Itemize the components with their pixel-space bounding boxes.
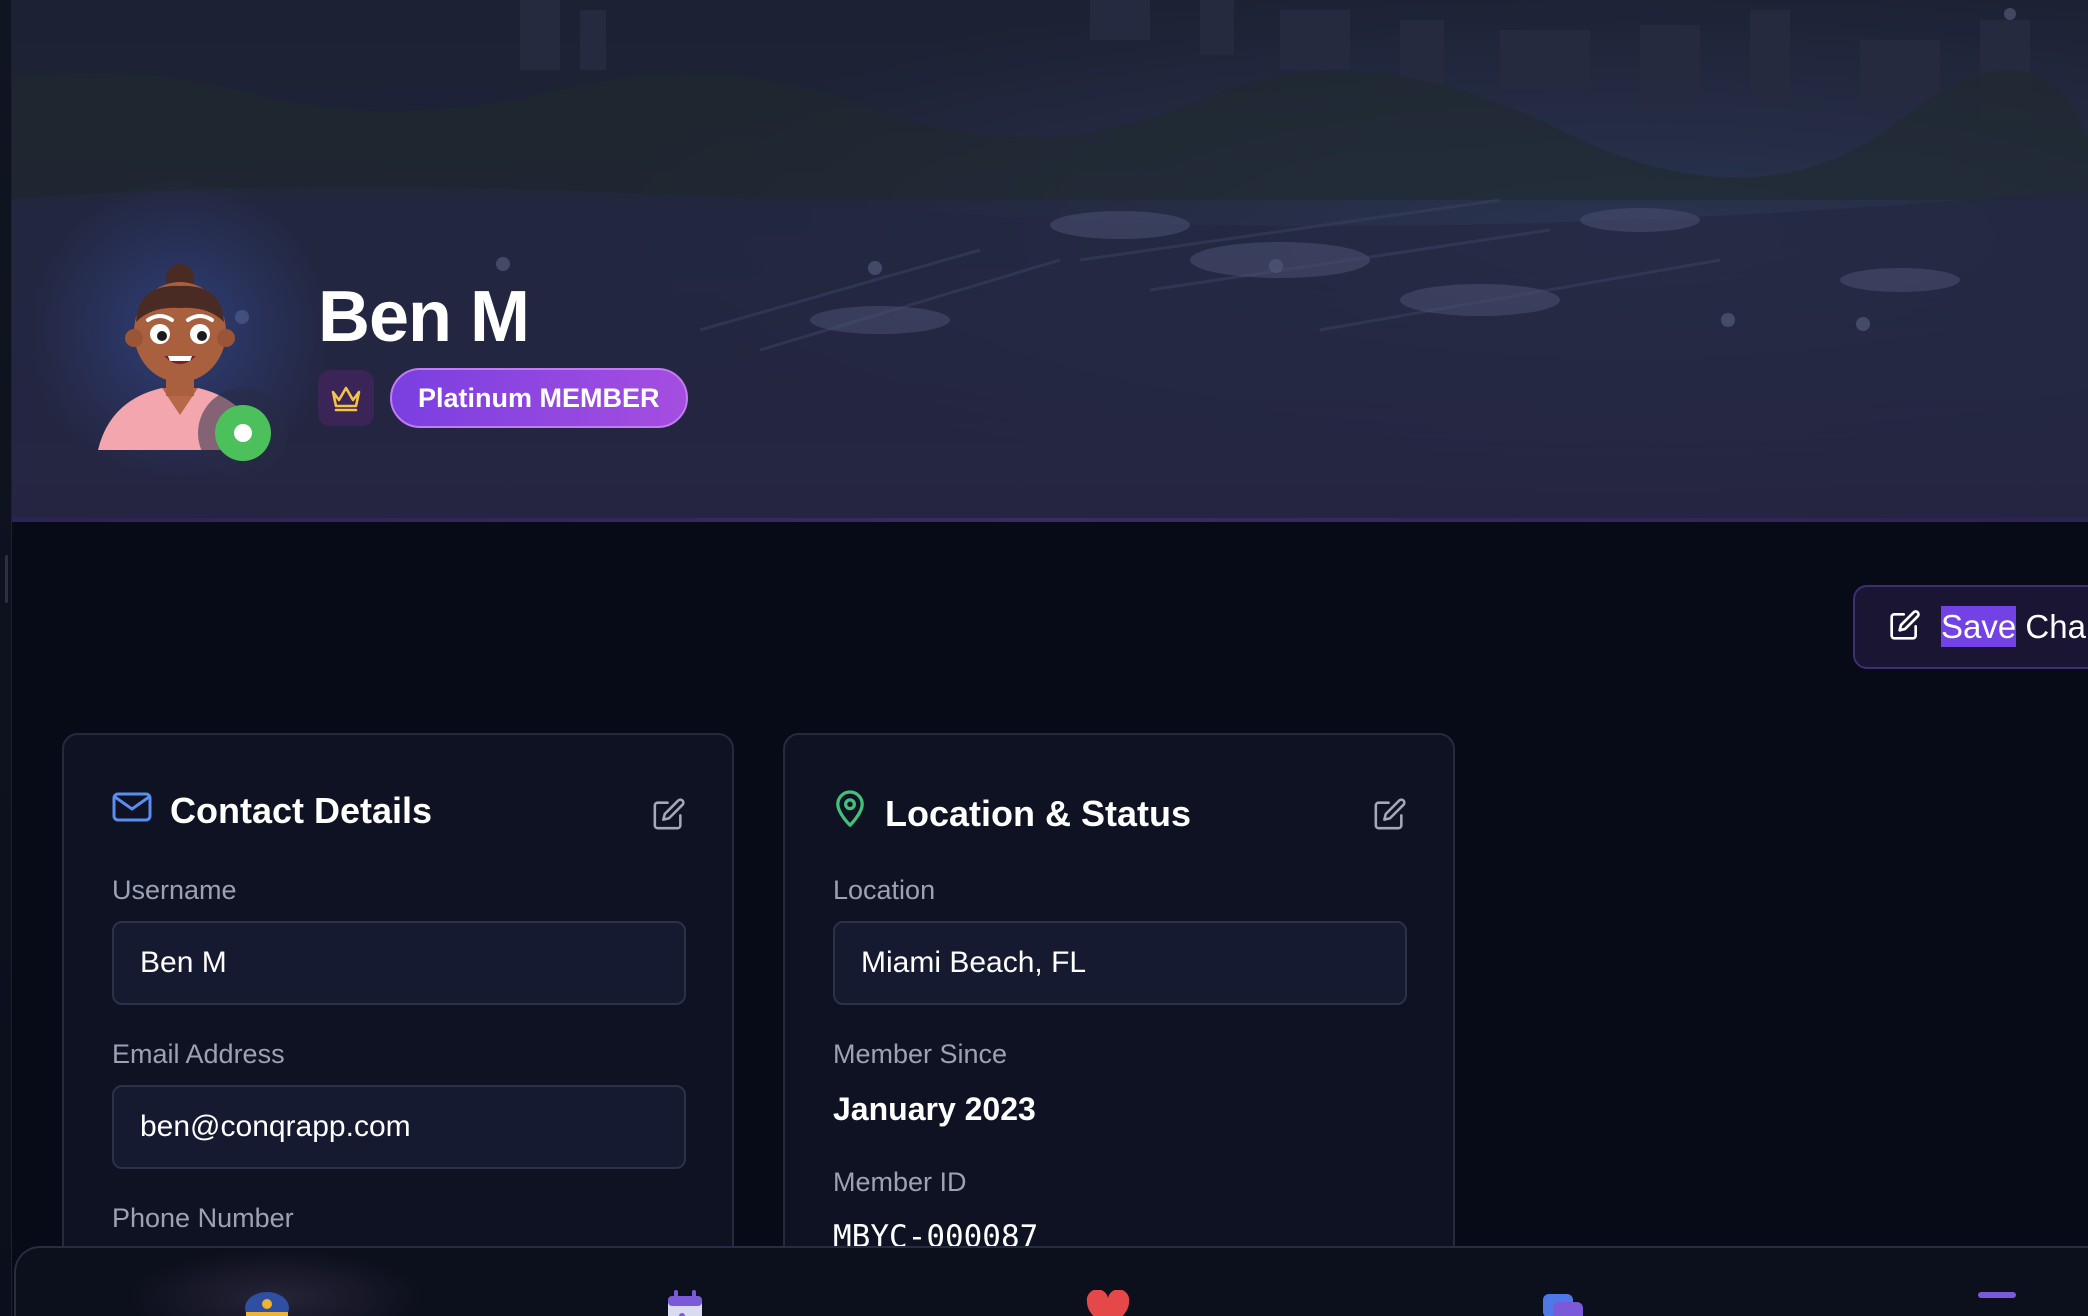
map-pin-icon [833, 790, 867, 837]
bottom-navigation [14, 1246, 2088, 1316]
member-since-value: January 2023 [833, 1091, 1036, 1127]
location-input[interactable]: Miami Beach, FL [833, 921, 1407, 1005]
profile-name: Ben M [318, 277, 530, 357]
email-input[interactable]: ben@conqrapp.com [112, 1085, 686, 1169]
mail-icon [112, 790, 152, 832]
online-status-indicator [198, 388, 288, 478]
location-status-header: Location & Status [833, 790, 1191, 837]
location-label: Location [833, 875, 936, 905]
nav-calendar-icon[interactable] [660, 1290, 710, 1316]
phone-label: Phone Number [112, 1203, 294, 1233]
username-input[interactable]: Ben M [112, 921, 686, 1005]
email-label: Email Address [112, 1039, 285, 1069]
nav-heart-icon[interactable] [1083, 1290, 1133, 1316]
profile-page: Ben M Platinum MEMBER Save Chan [0, 0, 2088, 1316]
avatar-container[interactable] [30, 170, 330, 490]
card-title: Location & Status [885, 792, 1192, 834]
save-changes-button[interactable]: Save Chan [1853, 585, 2088, 669]
location-status-card: Location & Status Location Miami Beach, … [783, 733, 1455, 1316]
username-label: Username [112, 875, 237, 905]
nav-chat-icon[interactable] [1539, 1290, 1589, 1316]
edit-contact-button[interactable] [652, 797, 686, 831]
profile-hero: Ben M Platinum MEMBER [0, 0, 2088, 522]
member-id-label: Member ID [833, 1167, 967, 1197]
side-panel-edge [0, 0, 12, 1316]
resize-handle[interactable] [5, 555, 8, 603]
crown-icon [318, 370, 374, 426]
edit-icon [1374, 798, 1406, 830]
edit-icon [1889, 609, 1921, 646]
edit-location-button[interactable] [1373, 797, 1407, 831]
save-label-rest: Chan [2025, 608, 2088, 645]
membership-tier-badge: Platinum MEMBER [390, 368, 688, 428]
contact-details-header: Contact Details [112, 790, 432, 832]
member-since-label: Member Since [833, 1039, 1008, 1069]
nav-captain-hat-icon[interactable] [242, 1290, 292, 1316]
contact-details-card: Contact Details Username Ben M Email Add… [62, 733, 734, 1316]
nav-more-icon[interactable] [1972, 1290, 2022, 1316]
edit-icon [653, 798, 685, 830]
save-changes-label: Save Chan [1941, 606, 2088, 647]
selected-text: Save [1941, 606, 2017, 647]
card-title: Contact Details [170, 790, 433, 831]
